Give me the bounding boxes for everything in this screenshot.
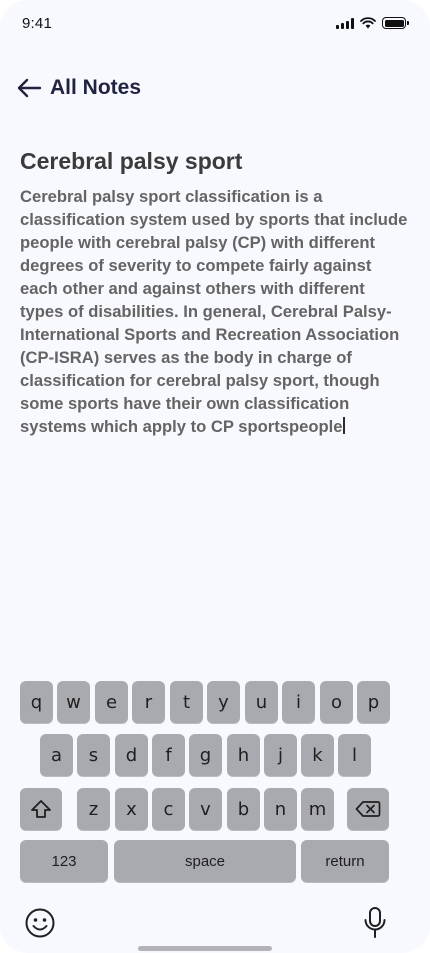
numbers-key[interactable]: 123 <box>20 840 108 882</box>
note-body-editor[interactable]: Cerebral palsy sport classification is a… <box>20 185 412 438</box>
key-x[interactable]: x <box>115 788 148 830</box>
key-f[interactable]: f <box>152 734 185 776</box>
wifi-icon <box>360 17 376 29</box>
key-n[interactable]: n <box>264 788 297 830</box>
note-title[interactable]: Cerebral palsy sport <box>20 148 242 175</box>
key-s[interactable]: s <box>77 734 110 776</box>
key-r[interactable]: r <box>132 681 165 723</box>
microphone-icon[interactable] <box>362 906 388 940</box>
key-o[interactable]: o <box>320 681 353 723</box>
key-i[interactable]: i <box>282 681 315 723</box>
key-h[interactable]: h <box>227 734 260 776</box>
key-v[interactable]: v <box>189 788 222 830</box>
status-bar: 9:41 <box>0 0 430 50</box>
key-a[interactable]: a <box>40 734 73 776</box>
key-z[interactable]: z <box>77 788 110 830</box>
key-w[interactable]: w <box>57 681 90 723</box>
note-body-text: Cerebral palsy sport classification is a… <box>20 187 408 436</box>
back-label: All Notes <box>50 76 142 99</box>
space-key[interactable]: space <box>114 840 296 882</box>
battery-icon <box>382 17 409 29</box>
key-t[interactable]: t <box>170 681 203 723</box>
key-u[interactable]: u <box>245 681 278 723</box>
shift-key[interactable] <box>20 788 62 830</box>
key-j[interactable]: j <box>264 734 297 776</box>
backspace-icon <box>355 801 381 817</box>
arrow-left-icon <box>17 78 42 98</box>
return-key[interactable]: return <box>301 840 389 882</box>
key-y[interactable]: y <box>207 681 240 723</box>
shift-icon <box>31 800 51 818</box>
key-l[interactable]: l <box>338 734 371 776</box>
key-c[interactable]: c <box>152 788 185 830</box>
status-icons <box>336 17 409 29</box>
text-cursor <box>343 417 346 434</box>
cellular-signal-icon <box>336 17 354 29</box>
key-p[interactable]: p <box>357 681 390 723</box>
key-e[interactable]: e <box>95 681 128 723</box>
key-g[interactable]: g <box>189 734 222 776</box>
key-q[interactable]: q <box>20 681 53 723</box>
home-indicator[interactable] <box>138 946 272 951</box>
key-m[interactable]: m <box>301 788 334 830</box>
key-k[interactable]: k <box>301 734 334 776</box>
backspace-key[interactable] <box>347 788 389 830</box>
key-b[interactable]: b <box>227 788 260 830</box>
key-d[interactable]: d <box>115 734 148 776</box>
notes-screen: 9:41 All Notes Cerebral palsy sport Cere… <box>0 0 430 953</box>
emoji-icon[interactable] <box>24 907 56 939</box>
back-to-all-notes-button[interactable]: All Notes <box>16 76 141 100</box>
status-time: 9:41 <box>22 15 52 32</box>
